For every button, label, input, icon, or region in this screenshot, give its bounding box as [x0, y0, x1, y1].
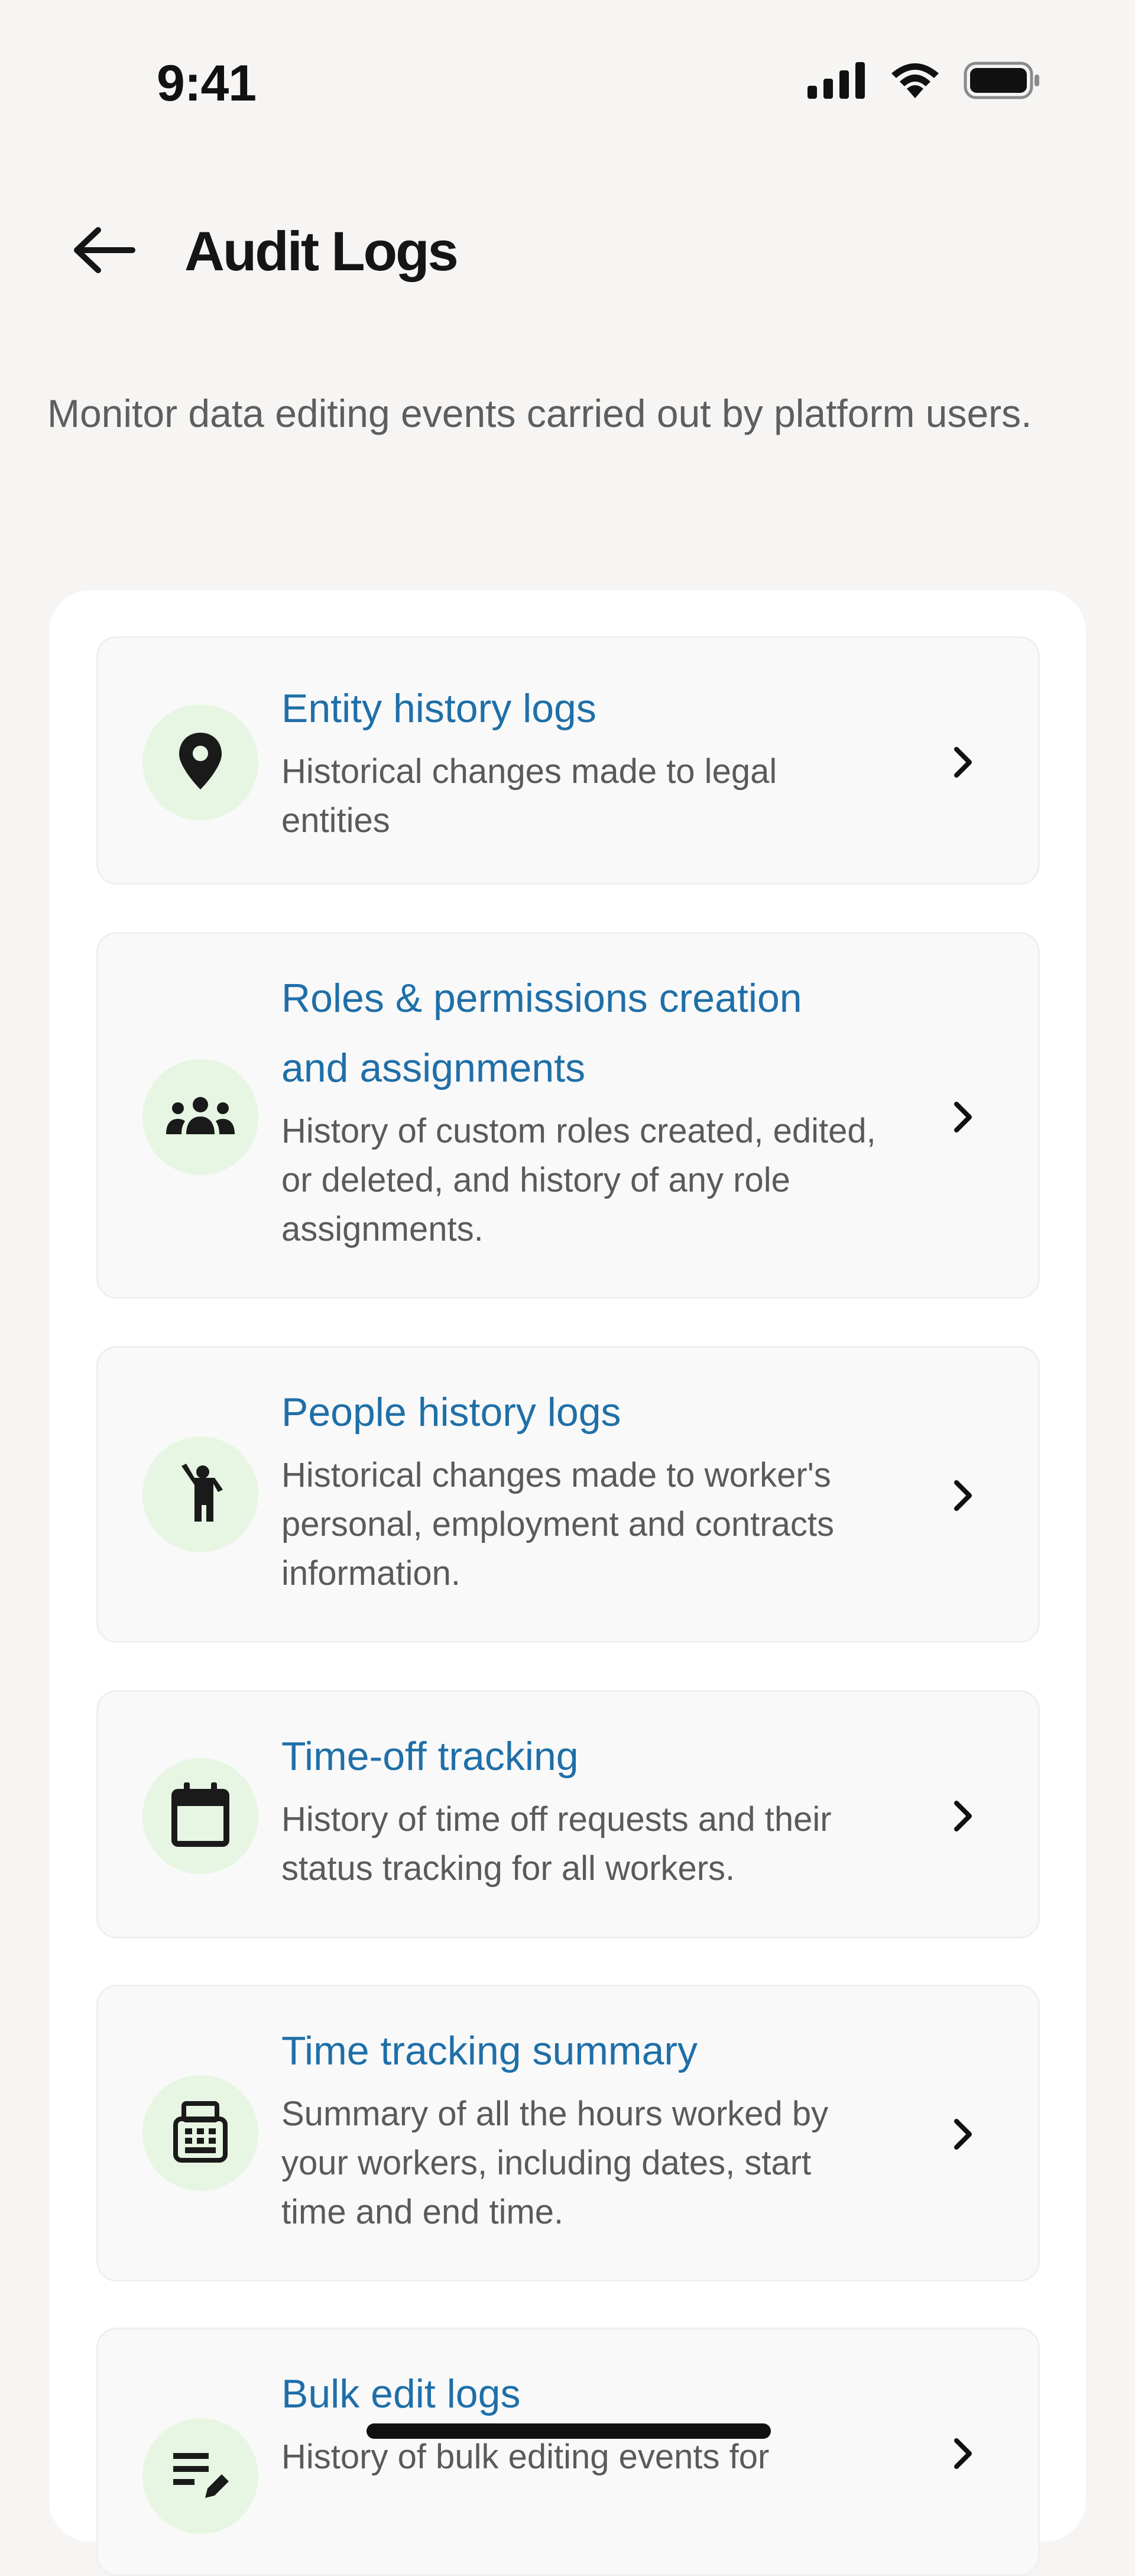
header: Audit Logs — [0, 201, 1135, 302]
signal-icon — [808, 62, 867, 102]
wifi-icon — [889, 62, 941, 102]
log-text: Bulk edit logs History of bulk editing e… — [281, 2359, 878, 2481]
log-description: Historical changes made to legal entitie… — [281, 752, 777, 840]
log-item-time-off[interactable]: Time-off tracking History of time off re… — [96, 1690, 1040, 1939]
status-icons — [808, 62, 1040, 102]
icon-circle — [142, 1059, 258, 1175]
chevron-right-icon — [945, 2436, 980, 2471]
status-time: 9:41 — [157, 55, 257, 112]
calendar-icon — [171, 1782, 230, 1850]
chevron-right-icon — [945, 1099, 980, 1135]
log-text: Roles & permissions creation and assignm… — [281, 963, 878, 1254]
log-text: Entity history logs Historical changes m… — [281, 674, 878, 845]
edit-list-icon — [171, 2448, 230, 2504]
person-waving-icon — [177, 1463, 224, 1526]
chevron-right-icon — [945, 745, 980, 780]
log-description: Summary of all the hours worked by your … — [281, 2095, 829, 2231]
log-title: Time-off tracking — [281, 1734, 579, 1779]
log-item-entity-history[interactable]: Entity history logs Historical changes m… — [96, 636, 1040, 885]
log-item-roles-permissions[interactable]: Roles & permissions creation and assignm… — [96, 932, 1040, 1299]
log-description: History of custom roles created, edited,… — [281, 1112, 876, 1248]
calculator-icon — [172, 2101, 229, 2166]
log-title: Bulk edit logs — [281, 2371, 521, 2416]
group-icon — [165, 1095, 236, 1140]
log-text: People history logs Historical changes m… — [281, 1377, 878, 1598]
log-description: Historical changes made to worker's pers… — [281, 1456, 834, 1593]
log-item-time-tracking-summary[interactable]: Time tracking summary Summary of all the… — [96, 1985, 1040, 2281]
page-title: Audit Logs — [184, 220, 459, 282]
icon-circle — [142, 2418, 258, 2534]
back-button[interactable] — [65, 222, 142, 281]
chevron-right-icon — [945, 1478, 980, 1513]
log-description: History of time off requests and their s… — [281, 1800, 832, 1888]
icon-circle — [142, 1758, 258, 1874]
location-pin-icon — [177, 732, 224, 794]
log-title: Time tracking summary — [281, 2028, 698, 2073]
chevron-right-icon — [945, 1798, 980, 1834]
status-bar: 9:41 — [0, 0, 1135, 142]
icon-circle — [142, 704, 258, 820]
chevron-right-icon — [945, 2117, 980, 2152]
log-title: Entity history logs — [281, 686, 596, 731]
audit-log-list: Entity history logs Historical changes m… — [49, 590, 1086, 2576]
log-title: People history logs — [281, 1390, 621, 1435]
log-item-people-history[interactable]: People history logs Historical changes m… — [96, 1346, 1040, 1643]
home-indicator[interactable] — [367, 2423, 771, 2439]
page-description: Monitor data editing events carried out … — [47, 391, 1032, 435]
log-description: History of bulk editing events for — [281, 2438, 770, 2476]
log-text: Time-off tracking History of time off re… — [281, 1721, 878, 1893]
log-title: Roles & permissions creation and assignm… — [281, 976, 802, 1090]
icon-circle — [142, 2075, 258, 2191]
log-item-bulk-edit[interactable]: Bulk edit logs History of bulk editing e… — [96, 2328, 1040, 2576]
battery-icon — [964, 62, 1040, 102]
icon-circle — [142, 1436, 258, 1552]
log-text: Time tracking summary Summary of all the… — [281, 2016, 878, 2237]
arrow-left-icon — [71, 226, 136, 277]
